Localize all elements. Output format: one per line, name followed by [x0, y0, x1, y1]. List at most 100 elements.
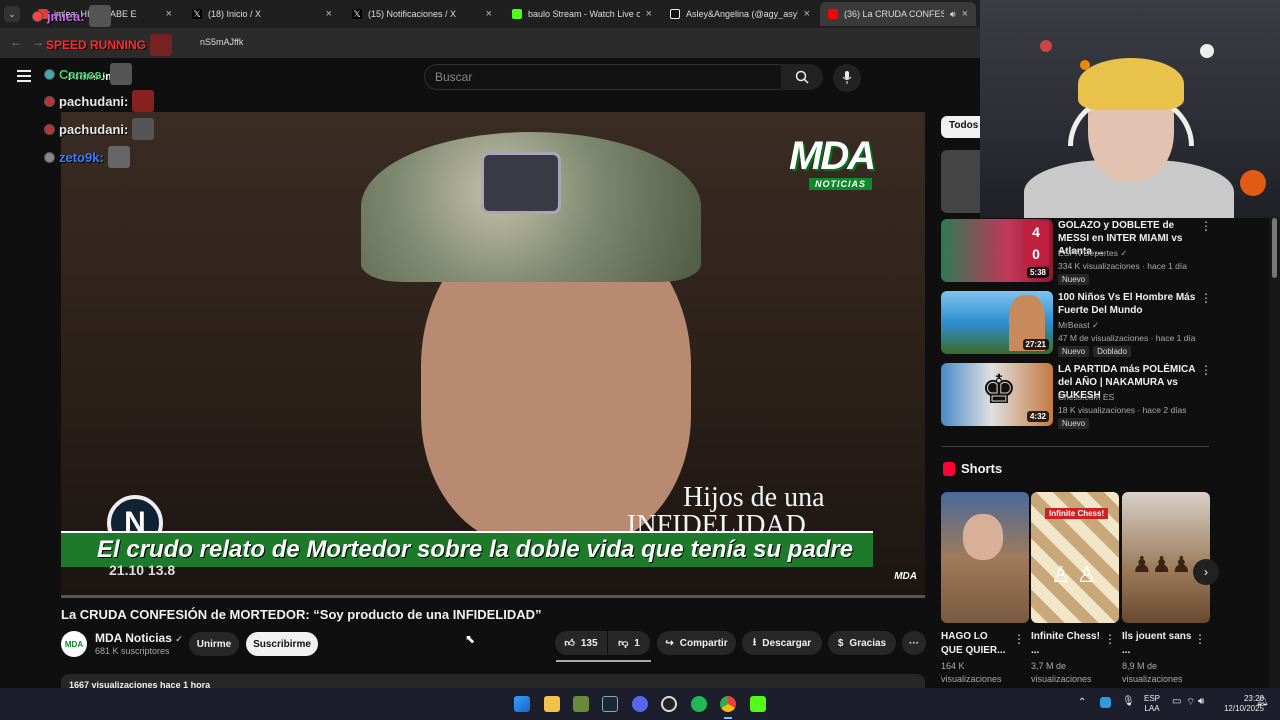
mda-watermark: MDA: [894, 571, 917, 582]
channel-name[interactable]: MDA Noticias ✓: [95, 631, 183, 645]
short-thumbnail[interactable]: ♟♟♟: [1122, 492, 1210, 623]
recommendation-item[interactable]: 27:21 100 Niños Vs El Hombre Más Fuerte …: [941, 291, 1212, 357]
recommendation-item[interactable]: ♚ 4:32 LA PARTIDA más POLÉMICA del AÑO |…: [941, 363, 1212, 429]
video-player[interactable]: MDA NOTICIAS Hijos de una INFIDELIDAD N …: [61, 112, 925, 598]
chat-message: SPEED RUNNING: [46, 34, 173, 56]
sidebar-divider: [941, 446, 1209, 447]
more-options-icon[interactable]: ⋮: [1200, 363, 1212, 377]
back-icon[interactable]: ←: [10, 35, 22, 49]
chat-emote-icon: [150, 34, 173, 56]
search-button[interactable]: [781, 64, 823, 90]
short-thumbnail[interactable]: [941, 492, 1029, 623]
chat-username: pachudani:: [59, 93, 129, 109]
url-field[interactable]: nS5mAJffk: [200, 37, 243, 47]
video-frame-cap-patch: [481, 152, 561, 214]
close-icon[interactable]: ×: [486, 8, 492, 20]
chat-username: zeto9k:: [59, 149, 104, 165]
chat-text: SPEED RUNNING: [46, 38, 147, 52]
more-actions-button[interactable]: ···: [902, 631, 926, 655]
chat-badge-icon: [32, 10, 43, 22]
video-progress-bar[interactable]: [61, 595, 925, 598]
browser-tab[interactable]: 𝕏 (18) Inicio / X ×: [184, 2, 340, 26]
display-icon[interactable]: ▭: [1172, 696, 1181, 707]
page-scrollbar[interactable]: [1269, 218, 1280, 688]
short-thumbnail[interactable]: Infinite Chess! ♙ ♙: [1031, 492, 1119, 623]
sidebar-partial-thumbnail[interactable]: [941, 150, 981, 213]
folder-icon[interactable]: [544, 696, 560, 712]
show-hidden-icons-icon[interactable]: ⌃: [1078, 697, 1086, 708]
chat-badge-icon: [44, 68, 55, 80]
join-button[interactable]: Unirme: [189, 632, 239, 656]
forward-icon[interactable]: →: [32, 35, 44, 49]
notification-icon[interactable]: 🔔︎: [1256, 696, 1269, 707]
more-options-icon[interactable]: ⋮: [1200, 291, 1212, 305]
close-icon[interactable]: ×: [804, 8, 810, 20]
shorts-next-button[interactable]: ›: [1193, 559, 1219, 585]
thanks-icon: $: [837, 637, 844, 649]
dislike-button[interactable]: 👎︎ 1: [608, 631, 650, 655]
short-views: 164 K visualizaciones: [941, 661, 1002, 684]
network-icon[interactable]: ⌔: [1186, 696, 1195, 709]
spotify-icon[interactable]: [691, 696, 707, 712]
tray-app-icon[interactable]: [1100, 697, 1111, 708]
browser-tab[interactable]: 𝕏 (15) Notificaciones / X ×: [344, 2, 500, 26]
input-language[interactable]: ESP LAA: [1142, 694, 1162, 714]
tab-title: baulo Stream - Watch Live on K: [528, 9, 640, 19]
close-icon[interactable]: ×: [166, 8, 172, 20]
kick-favicon-icon: [512, 9, 522, 19]
channel-avatar[interactable]: MDA: [61, 631, 87, 657]
more-options-icon[interactable]: ⋮: [1200, 219, 1212, 233]
chess-pieces-icon: ♟♟♟: [1132, 552, 1192, 577]
browser-tab[interactable]: Asley&Angelina (@agy_asy) | Ti ×: [662, 2, 818, 26]
mic-icon: [842, 71, 852, 84]
browser-tab[interactable]: baulo Stream - Watch Live on K ×: [504, 2, 660, 26]
chat-message: pachudani:: [44, 90, 155, 112]
microphone-icon[interactable]: 🎙︎: [1122, 696, 1135, 707]
clock[interactable]: 23:20 12/10/2025: [1204, 694, 1264, 714]
recommendation-item[interactable]: 40 5:38 GOLAZO y DOBLETE de MESSI en INT…: [941, 219, 1212, 285]
steam-icon[interactable]: [602, 696, 618, 712]
subscribe-button[interactable]: Suscribirme: [246, 632, 318, 656]
more-options-icon[interactable]: ⋮: [1194, 632, 1206, 646]
more-options-icon[interactable]: ⋮: [1104, 632, 1116, 646]
tab-list-button[interactable]: ⌄: [4, 6, 20, 22]
active-app-indicator: [724, 717, 732, 719]
thanks-button[interactable]: $ Gracias: [828, 631, 896, 655]
tab-title: (18) Inicio / X: [208, 9, 262, 19]
minecraft-icon[interactable]: [573, 696, 589, 712]
close-icon[interactable]: ×: [326, 8, 332, 20]
close-icon[interactable]: ×: [646, 8, 652, 20]
search-input[interactable]: Buscar: [424, 64, 782, 90]
share-icon: ↪: [665, 637, 674, 649]
short-title[interactable]: Infinite Chess! ...: [1031, 630, 1101, 658]
share-button[interactable]: ↪ Compartir: [657, 631, 736, 655]
webcam-overlay: [980, 0, 1280, 218]
browser-tab-active[interactable]: (36) La CRUDA CONFESIÓN 🔊︎ ×: [820, 2, 976, 26]
menu-icon[interactable]: [17, 70, 31, 82]
close-icon[interactable]: ×: [962, 8, 968, 20]
chat-emote-icon: [132, 118, 155, 140]
chat-emote-icon: [88, 5, 111, 27]
wall-decoration: [1240, 170, 1266, 196]
discord-icon[interactable]: [632, 696, 648, 712]
chat-message: Camcs:: [44, 63, 132, 85]
wall-decoration: [1040, 40, 1052, 52]
video-thumbnail: 27:21: [941, 291, 1053, 354]
voice-search-button[interactable]: [833, 64, 861, 92]
more-options-icon[interactable]: ⋮: [1013, 632, 1025, 646]
scrollbar-thumb[interactable]: [1272, 218, 1277, 278]
thumbs-up-icon: 👍︎: [564, 638, 575, 649]
kick-icon[interactable]: [750, 696, 766, 712]
chrome-icon[interactable]: [720, 696, 736, 712]
short-title[interactable]: HAGO LO QUE QUIER...: [941, 630, 1011, 658]
like-button[interactable]: 👍︎ 135: [555, 631, 607, 655]
windows-taskbar: ⌃ 🎙︎ ESP LAA ▭ ⌔ 🔊︎ 23:20 12/10/2025 🔔︎: [0, 688, 1280, 720]
speaker-icon[interactable]: 🔊︎: [950, 9, 956, 20]
browser-tab-bar: ⌄ jmiea: HICA SABE E × 𝕏 (18) Inicio / X…: [0, 0, 980, 28]
short-title[interactable]: Ils jouent sans ...: [1122, 630, 1192, 658]
obs-icon[interactable]: [661, 696, 677, 712]
thumbs-down-icon: 👎︎: [618, 638, 629, 649]
chat-username: jmiea:: [47, 8, 85, 24]
windows-icon[interactable]: [514, 696, 530, 712]
download-button[interactable]: ⭳ Descargar: [742, 631, 822, 655]
